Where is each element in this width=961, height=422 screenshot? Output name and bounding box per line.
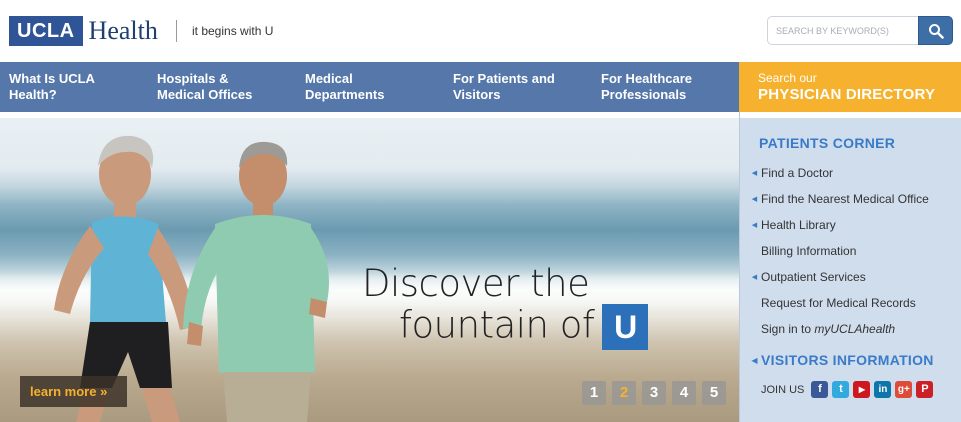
sidebar-item-billing[interactable]: Billing Information — [740, 238, 961, 264]
directory-label-big: PHYSICIAN DIRECTORY — [758, 86, 936, 103]
linkedin-icon[interactable]: in — [874, 381, 892, 398]
headline-line1: Discover the — [362, 262, 590, 305]
sidebar-item-label: Outpatient Services — [761, 270, 866, 284]
u-logo-box: U — [602, 304, 649, 350]
nav-label-line1: Hospitals & — [157, 71, 229, 86]
nav-label-line2: Health? — [9, 87, 57, 102]
sidebar-item-sign-in[interactable]: Sign in to myUCLAhealth — [740, 316, 961, 342]
nav-item-hospitals[interactable]: Hospitals & Medical Offices — [148, 62, 296, 112]
sidebar-item-medical-records[interactable]: Request for Medical Records — [740, 290, 961, 316]
search-input[interactable] — [767, 16, 918, 45]
headline-line2-wrap: fountain of U — [399, 303, 649, 350]
ucla-health-logo[interactable]: UCLA Health — [9, 16, 158, 46]
patients-corner-list: ◀ Find a Doctor ◀ Find the Nearest Medic… — [740, 160, 961, 342]
carousel-page-1[interactable]: 1 — [582, 381, 606, 405]
visitors-information-link[interactable]: ◀ VISITORS INFORMATION — [740, 352, 934, 368]
nav-label-line1: For Healthcare — [601, 71, 693, 86]
nav-label-line2: Medical Offices — [157, 87, 253, 102]
pinterest-icon[interactable]: P — [916, 381, 934, 398]
sidebar-item-health-library[interactable]: ◀ Health Library — [740, 212, 961, 238]
tagline: it begins with U — [192, 24, 274, 38]
arrow-left-icon: ◀ — [751, 196, 758, 203]
nav-label-line1: What Is UCLA — [9, 71, 95, 86]
sidebar-item-label: Sign in to myUCLAhealth — [761, 322, 895, 336]
sidebar-top-strip — [740, 112, 961, 118]
sidebar-item-nearest-office[interactable]: ◀ Find the Nearest Medical Office — [740, 186, 961, 212]
join-us-label: JOIN US — [761, 383, 805, 396]
sidebar-item-label: Request for Medical Records — [761, 296, 916, 310]
sidebar-item-label: Health Library — [761, 218, 836, 232]
search-button[interactable] — [918, 16, 953, 45]
patients-corner-sidebar: PATIENTS CORNER ◀ Find a Doctor ◀ Find t… — [739, 112, 961, 422]
physician-directory-button[interactable]: Search our PHYSICIAN DIRECTORY — [739, 62, 961, 112]
search-icon — [928, 23, 944, 39]
sidebar-item-find-a-doctor[interactable]: ◀ Find a Doctor — [740, 160, 961, 186]
carousel-page-4[interactable]: 4 — [672, 381, 696, 405]
hero-top-strip — [0, 112, 739, 118]
nav-item-medical-departments[interactable]: Medical Departments — [296, 62, 444, 112]
facebook-icon[interactable]: f — [811, 381, 829, 398]
nav-label-line1: For Patients and — [453, 71, 555, 86]
arrow-left-icon: ◀ — [751, 274, 758, 281]
main-nav: What Is UCLA Health? Hospitals & Medical… — [0, 62, 961, 112]
nav-item-healthcare-professionals[interactable]: For Healthcare Professionals — [592, 62, 740, 112]
nav-item-what-is-ucla-health[interactable]: What Is UCLA Health? — [0, 62, 148, 112]
patients-corner-title[interactable]: PATIENTS CORNER — [759, 135, 895, 151]
googleplus-icon[interactable]: g+ — [895, 381, 913, 398]
nav-label-line2: Visitors — [453, 87, 501, 102]
headline-line2: fountain of — [399, 303, 595, 347]
join-us-social: JOIN US f t ▶ in g+ P — [761, 381, 937, 398]
logo-ucla-box: UCLA — [9, 16, 83, 46]
directory-label-small: Search our — [758, 71, 817, 85]
carousel-page-5[interactable]: 5 — [702, 381, 726, 405]
arrow-left-icon: ◀ — [751, 170, 758, 177]
hero-headline: Discover the fountain of U — [362, 262, 649, 350]
carousel-pager: 1 2 3 4 5 — [582, 381, 726, 405]
sidebar-item-label: Find the Nearest Medical Office — [761, 192, 929, 206]
carousel-page-2[interactable]: 2 — [612, 381, 636, 405]
carousel-page-3[interactable]: 3 — [642, 381, 666, 405]
sign-in-prefix: Sign in to — [761, 322, 815, 336]
arrow-left-icon: ◀ — [751, 222, 758, 229]
nav-item-patients-visitors[interactable]: For Patients and Visitors — [444, 62, 592, 112]
sidebar-item-label: Billing Information — [761, 244, 857, 258]
site-header: UCLA Health it begins with U — [0, 0, 961, 62]
myuclahealth-label: myUCLAhealth — [814, 322, 896, 336]
twitter-icon[interactable]: t — [832, 381, 850, 398]
visitors-information-label: VISITORS INFORMATION — [761, 352, 934, 368]
hero-banner[interactable]: Discover the fountain of U learn more » 1… — [0, 112, 739, 422]
man-runner-image — [183, 141, 329, 422]
nav-label-line2: Departments — [305, 87, 385, 102]
nav-label-line1: Medical — [305, 71, 353, 86]
nav-label-line2: Professionals — [601, 87, 687, 102]
search-bar — [767, 16, 953, 45]
sidebar-item-outpatient[interactable]: ◀ Outpatient Services — [740, 264, 961, 290]
youtube-icon[interactable]: ▶ — [853, 381, 871, 398]
tagline-divider — [176, 20, 177, 42]
sidebar-item-label: Find a Doctor — [761, 166, 834, 180]
learn-more-button[interactable]: learn more » — [20, 376, 127, 407]
logo-health-text: Health — [88, 16, 158, 45]
arrow-left-icon: ◀ — [751, 355, 758, 365]
